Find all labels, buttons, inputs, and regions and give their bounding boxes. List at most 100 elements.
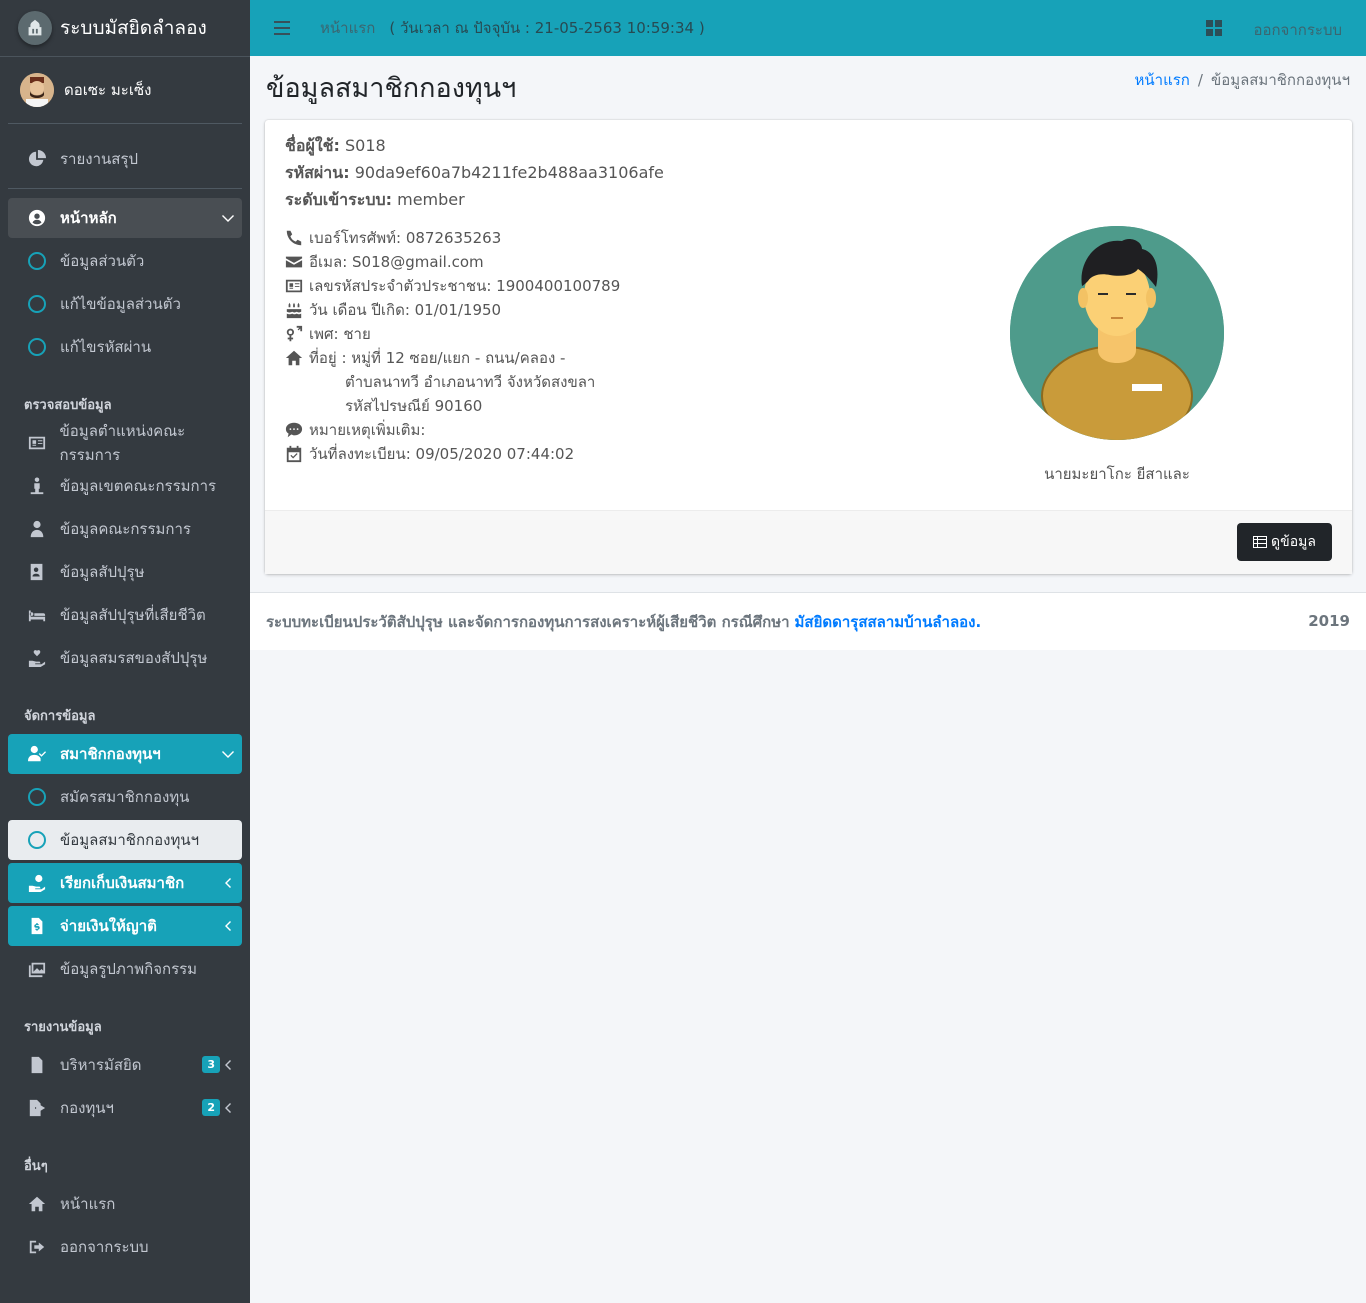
envelope-icon [283,252,305,272]
circle-icon [26,830,48,850]
sidebar-item-label: แก้ไขข้อมูลส่วนตัว [60,295,181,313]
note-text: หมายเหตุเพิ่มเติม: [309,421,426,439]
chevron-left-icon [222,918,234,932]
sidebar-item-pay-relatives[interactable]: จ่ายเงินให้ญาติ [8,906,242,946]
sidebar-item-committee[interactable]: ข้อมูลคณะกรรมการ [8,509,242,549]
bed-icon [26,605,48,625]
view-details-button[interactable]: ดูข้อมูล [1237,523,1332,561]
sidebar-item-label: หน้าแรก [60,1195,116,1213]
breadcrumb-separator: / [1197,71,1203,89]
sidebar-item-label: สมาชิกกองทุนฯ [60,745,161,763]
circle-icon [26,294,48,314]
footer-year: 2019 [1308,612,1350,630]
sidebar-item-change-password[interactable]: แก้ไขรหัสผ่าน [8,327,242,367]
sidebar-item-edit-profile[interactable]: แก้ไขข้อมูลส่วนตัว [8,284,242,324]
menu-toggle-icon[interactable] [274,21,290,35]
user-circle-icon [26,208,48,228]
user-name: ดอเซะ มะเซ็ง [64,81,152,99]
sidebar-item-label: ข้อมูลสัปปุรุษที่เสียชีวิต [60,606,206,624]
sidebar-item-fund-member-info[interactable]: ข้อมูลสมาชิกกองทุนฯ [8,820,242,860]
comment-dots-icon [283,420,305,440]
brand-link[interactable]: ระบบมัสยิดลำลอง [0,0,250,57]
home-icon [283,348,305,368]
footer-link[interactable]: มัสยิดดารุสสลามบ้านลำลอง. [795,610,982,634]
circle-icon [26,787,48,807]
sidebar-item-label: ข้อมูลเขตคณะกรรมการ [60,477,217,495]
pie-chart-icon [26,149,48,169]
page-title: ข้อมูลสมาชิกกองทุนฯ [266,73,517,104]
hand-holding-usd-icon [26,873,48,893]
user-tie-icon [26,519,48,539]
main-content: ข้อมูลสมาชิกกองทุนฯ หน้าแรก / ข้อมูลสมาชิก… [250,56,1366,1303]
sidebar-item-activity-photos[interactable]: ข้อมูลรูปภาพกิจกรรม [8,949,242,989]
sidebar-item-mosque-admin[interactable]: บริหารมัสยิด 3 [8,1045,242,1085]
account-info: ชื่อผู้ใช้: S018 รหัสผ่าน: 90da9ef60a7b4… [285,132,664,213]
sidebar-item-label: รายงานสรุป [60,150,139,168]
sidebar-item-label: ข้อมูลคณะกรรมการ [60,520,191,538]
sidebar-item-marriage[interactable]: ข้อมูลสมรสของสัปปุรุษ [8,638,242,678]
hand-holding-heart-icon [26,648,48,668]
sign-out-icon [26,1237,48,1257]
sidebar-item-report-summary[interactable]: รายงานสรุป [8,139,242,179]
member-card: ชื่อผู้ใช้: S018 รหัสผ่าน: 90da9ef60a7b4… [265,120,1352,574]
level-label: ระดับเข้าระบบ: [285,190,393,209]
birthdate-text: วัน เดือน ปีเกิด: 01/01/1950 [309,301,502,319]
user-panel[interactable]: ดอเซะ มะเซ็ง [8,57,242,124]
sidebar-item-label: บริหารมัสยิด [60,1056,142,1074]
top-navbar: หน้าแรก ( วันเวลา ณ ปัจจุบัน : 21-05-256… [250,0,1366,56]
view-details-label: ดูข้อมูล [1271,534,1316,550]
user-avatar [20,73,54,107]
address-line-2: ตำบลนาทวี อำเภอนาทวี จังหวัดสงขลา [345,373,596,391]
sidebar-item-label: เรียกเก็บเงินสมาชิก [60,874,185,892]
chevron-left-icon [222,1057,234,1071]
user-check-icon [26,744,48,764]
phone-icon [283,228,305,248]
member-avatar [1010,226,1224,440]
sidebar-item-committee-positions[interactable]: ข้อมูลตำแหน่งคณะกรรมการ [8,422,242,464]
sidebar-item-fund-members[interactable]: สมาชิกกองทุนฯ [8,734,242,774]
level-value: member [397,190,465,209]
sidebar-item-deceased-members[interactable]: ข้อมูลสัปปุรุษที่เสียชีวิต [8,595,242,635]
sidebar-item-label: จ่ายเงินให้ญาติ [60,917,157,935]
sidebar-item-committee-zones[interactable]: ข้อมูลเขตคณะกรรมการ [8,466,242,506]
sidebar-item-label: ข้อมูลสัปปุรุษ [60,563,145,581]
nav-header-report: รายงานข้อมูล [24,1020,102,1035]
sidebar-item-logout[interactable]: ออกจากระบบ [8,1227,242,1267]
sidebar-item-register-fund[interactable]: สมัครสมาชิกกองทุน [8,777,242,817]
sidebar-item-label: ข้อมูลตำแหน่งคณะกรรมการ [59,422,186,464]
circle-icon [26,337,48,357]
footer-text: ระบบทะเบียนประวัติสัปปุรุษ และจัดการกองท… [266,612,790,631]
apps-grid-icon[interactable] [1206,20,1222,36]
chevron-down-icon [222,210,234,224]
address-line-3: รหัสไปรษณีย์ 90160 [345,397,483,415]
sidebar-item-home[interactable]: หน้าแรก [8,1184,242,1224]
member-details: เบอร์โทรศัพท์: 0872635263 อีเมล: S018@gm… [283,226,620,466]
registered-text: วันที่ลงทะเบียน: 09/05/2020 07:44:02 [309,445,575,463]
sidebar-item-collect-money[interactable]: เรียกเก็บเงินสมาชิก [8,863,242,903]
sidebar-divider [8,188,242,189]
current-datetime: ( วันเวลา ณ ปัจจุบัน : 21-05-2563 10:59:… [389,19,705,37]
sidebar-item-label: สมัครสมาชิกกองทุน [60,788,190,806]
password-value: 90da9ef60a7b4211fe2b488aa3106afe [354,163,664,182]
brand-title: ระบบมัสยิดลำลอง [60,17,207,39]
sidebar-item-label: ออกจากระบบ [60,1238,149,1256]
images-icon [26,959,48,979]
breadcrumb-home-link[interactable]: หน้าแรก [1135,71,1190,89]
sidebar-item-members[interactable]: ข้อมูลสัปปุรุษ [8,552,242,592]
password-label: รหัสผ่าน: [285,163,350,182]
sidebar-item-label: แก้ไขรหัสผ่าน [60,338,152,356]
sidebar-nav: รายงานสรุป หน้าหลัก ข้อมูลส่วนตัว แก้ไขข… [0,124,250,1267]
sidebar-item-fund[interactable]: กองทุนฯ 2 [8,1088,242,1128]
top-home-link[interactable]: หน้าแรก [320,16,375,40]
sidebar-item-profile[interactable]: ข้อมูลส่วนตัว [8,241,242,281]
chevron-left-icon [222,875,234,889]
nav-header-check: ตรวจสอบข้อมูล [24,398,112,413]
birthday-cake-icon [283,300,305,320]
count-badge: 2 [202,1099,220,1116]
nav-header-manage: จัดการข้อมูล [24,709,96,724]
breadcrumb-current: ข้อมูลสมาชิกกองทุนฯ [1210,71,1350,89]
sidebar-item-label: ข้อมูลสมาชิกกองทุนฯ [60,831,200,849]
top-logout-link[interactable]: ออกจากระบบ [1253,18,1342,42]
sidebar-item-home-section[interactable]: หน้าหลัก [8,198,242,238]
file-invoice-dollar-icon [26,916,48,936]
